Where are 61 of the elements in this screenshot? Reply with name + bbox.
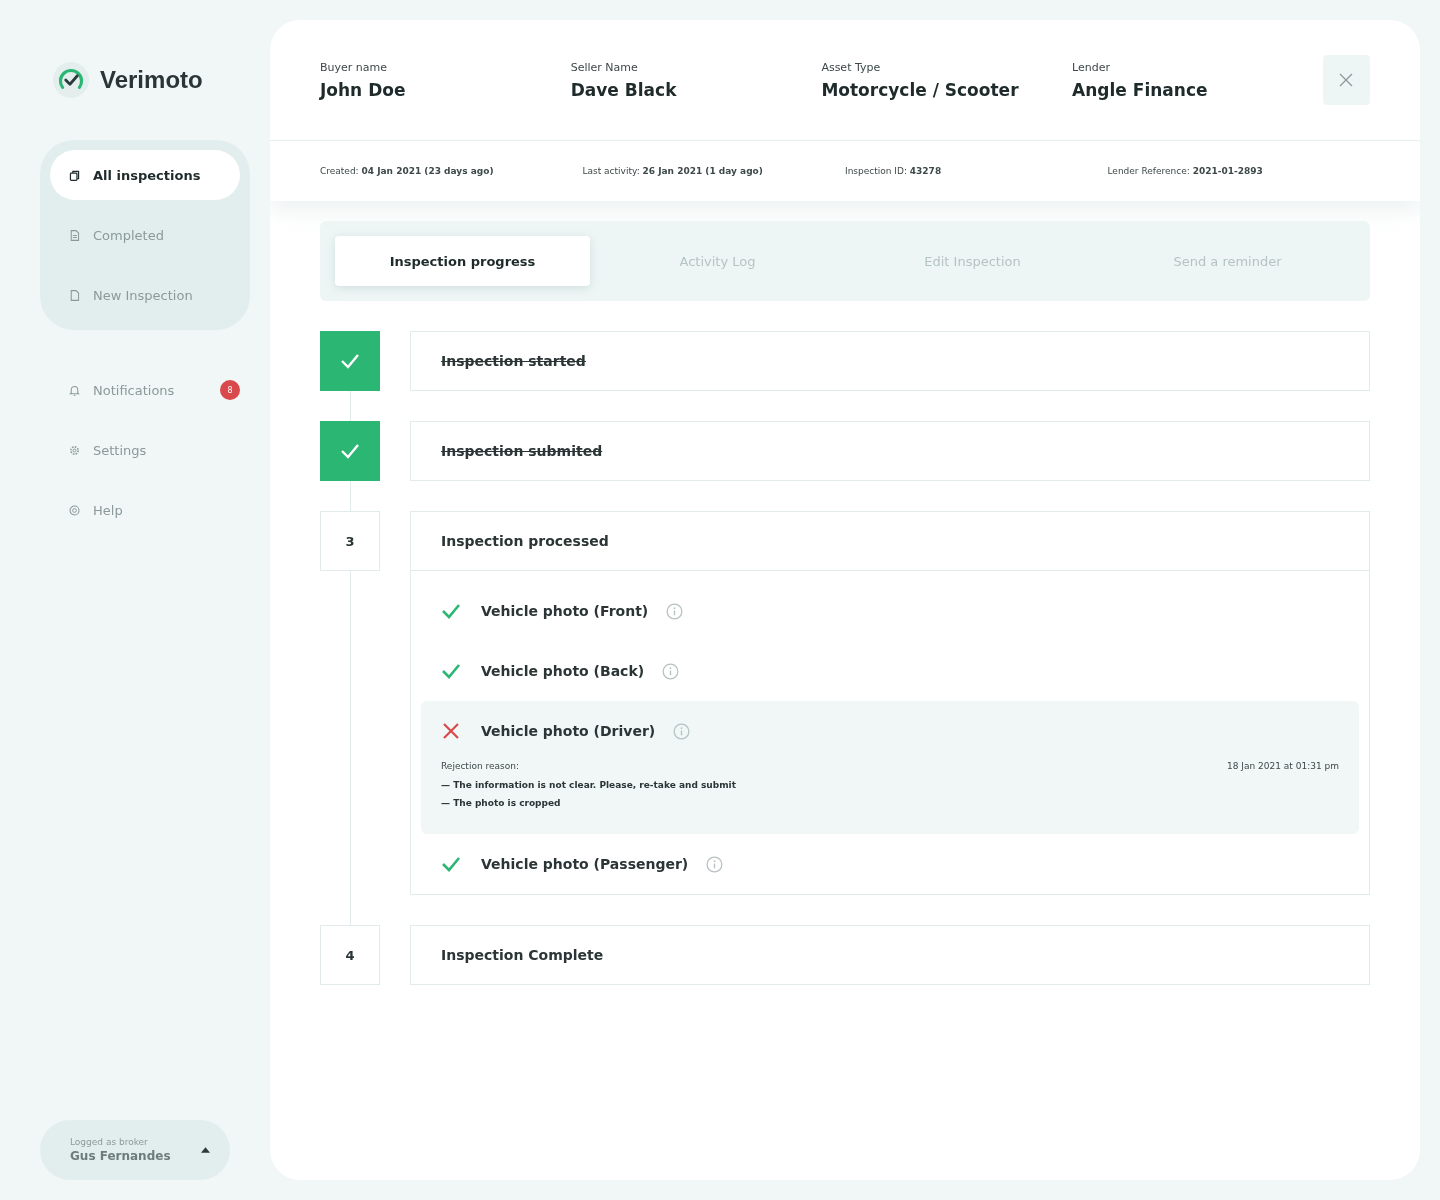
- step-title: Inspection submited: [441, 443, 603, 459]
- check-circle-logo-icon: [52, 61, 90, 99]
- bell-icon: [68, 383, 81, 397]
- meta-info: Last activity: 26 Jan 2021 (1 day ago): [582, 166, 764, 176]
- cross-icon: [443, 723, 459, 739]
- user-menu[interactable]: Logged as broker Gus Fernandes: [40, 1120, 230, 1180]
- check-icon: [441, 603, 461, 619]
- field-label: Asset Type: [821, 60, 882, 74]
- user-name: Gus Fernandes: [70, 1149, 171, 1163]
- step-number: 3: [320, 511, 380, 571]
- rejection-reason: — The photo is cropped: [441, 798, 562, 808]
- info-icon: [673, 722, 691, 740]
- documents-icon: [68, 168, 81, 182]
- caret-icon: [201, 1147, 210, 1153]
- nav-item[interactable]: Completed: [50, 210, 240, 260]
- close-icon: [1339, 73, 1354, 87]
- check-label: Vehicle photo (Back): [481, 663, 645, 679]
- field-value: Dave Black: [570, 79, 678, 100]
- lifebuoy-icon: [68, 503, 81, 517]
- rejection-date: 18 Jan 2021 at 01:31 pm: [1227, 761, 1339, 771]
- step-title: Inspection Complete: [441, 947, 604, 963]
- step-title: Inspection started: [441, 353, 586, 369]
- nav-item[interactable]: All inspections: [50, 150, 240, 200]
- rejection-reason: — The information is not clear. Please, re-take and submit: [441, 780, 737, 790]
- check-label: Vehicle photo (Driver): [481, 723, 656, 739]
- step-number: 4: [320, 925, 380, 985]
- user-role: Logged as broker: [70, 1137, 149, 1147]
- field-value: John Doe: [320, 79, 407, 100]
- nav-item[interactable]: Settings: [50, 425, 240, 475]
- close-button[interactable]: [1322, 55, 1371, 105]
- info-icon: [662, 662, 680, 680]
- info-icon: [706, 855, 724, 873]
- check-icon: [340, 353, 360, 369]
- rejection-caption: Rejection reason:: [441, 761, 519, 771]
- meta-info: Lender Reference: 2021-01-2893: [1107, 166, 1264, 176]
- brand-name: Verimoto: [100, 66, 203, 94]
- nav-item[interactable]: Notifications 8: [50, 365, 240, 415]
- field-label: Seller Name: [570, 60, 639, 74]
- document-icon: [68, 228, 81, 242]
- field-label: Buyer name: [320, 60, 388, 74]
- info-icon: [666, 602, 684, 620]
- gear-icon: [68, 443, 81, 457]
- tab[interactable]: Inspection progress: [335, 236, 590, 286]
- check-label: Vehicle photo (Passenger): [481, 856, 689, 872]
- step-title: Inspection processed: [441, 533, 609, 549]
- nav-item[interactable]: New Inspection: [50, 270, 240, 320]
- check-icon: [441, 856, 461, 872]
- notification-count: 8: [220, 380, 240, 400]
- field-label: Lender: [1072, 60, 1111, 74]
- meta-info: Created: 04 Jan 2021 (23 days ago): [320, 166, 495, 176]
- field-value: Motorcycle / Scooter: [821, 79, 1020, 100]
- check-icon: [441, 663, 461, 679]
- page-icon: [68, 288, 81, 302]
- tab[interactable]: Send a reminder: [1100, 236, 1355, 286]
- check-label: Vehicle photo (Front): [481, 603, 649, 619]
- tab[interactable]: Edit Inspection: [845, 236, 1100, 286]
- tab[interactable]: Activity Log: [590, 236, 845, 286]
- meta-info: Inspection ID: 43278: [845, 166, 943, 176]
- check-icon: [340, 443, 360, 459]
- field-value: Angle Finance: [1072, 79, 1209, 100]
- nav-item[interactable]: Help: [50, 485, 240, 535]
